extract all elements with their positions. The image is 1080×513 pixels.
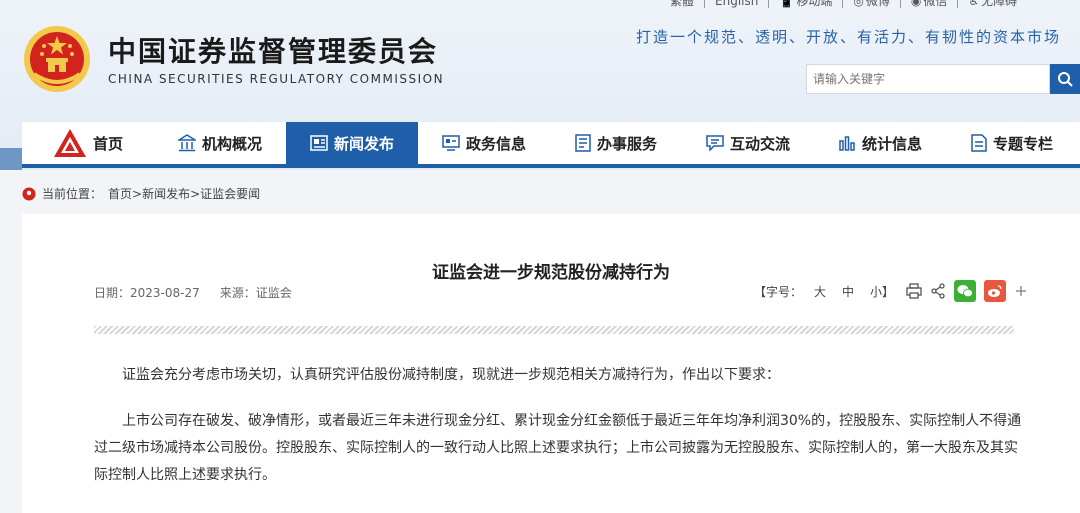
site-title[interactable]: 中国证券监督管理委员会	[108, 30, 438, 70]
weibo-link[interactable]: ◎ 微博	[843, 0, 901, 8]
site-subtitle: CHINA SECURITIES REGULATORY COMMISSION	[108, 72, 445, 86]
title-divider	[94, 326, 1014, 334]
nav-interaction-label: 互动交流	[729, 134, 790, 153]
top-utility-bar: 繁體 English 📱 移动端 ◎ 微博 ◉ 微信 ♿ 无障碍	[660, 0, 1027, 8]
main-nav: 首页 机构概况 新闻发布 政务信息 办事服务 互动交流 统计信息 专题专栏	[22, 122, 1080, 168]
building-icon	[177, 134, 196, 152]
article-container: 证监会进一步规范股份减持行为 日期：2023-08-27 来源：证监会 【字号：…	[22, 214, 1080, 513]
accessibility-link-label: 无障碍	[981, 0, 1018, 8]
csrc-logo-icon	[53, 129, 86, 157]
nav-about[interactable]: 机构概况	[154, 122, 286, 164]
article-source: 来源：证监会	[219, 286, 292, 300]
news-icon	[310, 135, 328, 151]
font-size-small[interactable]: 小】	[866, 283, 898, 300]
location-pin-icon	[22, 187, 36, 200]
wechat-icon	[957, 285, 973, 298]
article-tools: 【字号： 大 中 小】	[754, 280, 1028, 302]
search-box	[806, 64, 1080, 94]
nav-government-info-label: 政务信息	[465, 134, 526, 153]
mobile-link[interactable]: 📱 移动端	[769, 0, 844, 8]
font-size-large[interactable]: 大	[810, 283, 830, 300]
weibo-share-button[interactable]	[984, 280, 1007, 302]
chat-icon	[706, 135, 724, 151]
monitor-icon	[442, 135, 460, 151]
nav-special-topics-label: 专题专栏	[992, 134, 1053, 153]
weibo-link-label: 微博	[865, 0, 890, 8]
bar-chart-icon	[839, 136, 855, 151]
more-share-icon[interactable]	[1014, 284, 1028, 298]
wechat-link-label: 微信	[923, 0, 948, 8]
wechat-share-button[interactable]	[954, 280, 977, 302]
nav-government-info[interactable]: 政务信息	[418, 122, 550, 164]
print-icon[interactable]	[906, 283, 922, 299]
nav-about-label: 机构概况	[201, 134, 262, 153]
traditional-chinese-link[interactable]: 繁體	[660, 0, 706, 8]
site-slogan: 打造一个规范、透明、开放、有活力、有韧性的资本市场	[636, 28, 1062, 46]
share-icon[interactable]	[930, 283, 946, 299]
weibo-icon	[988, 285, 1002, 297]
wechat-link[interactable]: ◉ 微信	[901, 0, 959, 8]
font-size-label: 【字号：	[754, 284, 803, 299]
document-icon	[575, 134, 591, 152]
english-link[interactable]: English	[705, 0, 770, 8]
search-icon	[1058, 72, 1073, 87]
nav-statistics-label: 统计信息	[861, 134, 922, 153]
nav-statistics[interactable]: 统计信息	[814, 122, 946, 164]
file-icon	[971, 134, 987, 152]
nav-home-label: 首页	[92, 134, 123, 153]
accessibility-link[interactable]: ♿ 无障碍	[958, 0, 1027, 8]
search-input[interactable]	[806, 64, 1050, 94]
nav-services-label: 办事服务	[596, 134, 657, 153]
nav-home[interactable]: 首页	[22, 122, 154, 164]
nav-services[interactable]: 办事服务	[550, 122, 682, 164]
mobile-link-label: 移动端	[796, 0, 833, 8]
national-emblem-icon[interactable]	[22, 24, 92, 94]
breadcrumb-path[interactable]: 首页>新闻发布>证监会要闻	[108, 185, 260, 202]
search-button[interactable]	[1050, 64, 1080, 94]
breadcrumb-prefix: 当前位置：	[42, 187, 103, 201]
article-meta: 日期：2023-08-27 来源：证监会	[94, 284, 292, 301]
font-size-medium[interactable]: 中	[838, 283, 858, 300]
nav-interaction[interactable]: 互动交流	[682, 122, 814, 164]
nav-news[interactable]: 新闻发布	[286, 122, 418, 164]
breadcrumb: 当前位置： 首页>新闻发布>证监会要闻	[22, 185, 260, 202]
side-accent	[0, 148, 22, 170]
article-paragraph: 上市公司存在破发、破净情形，或者最近三年未进行现金分红、累计现金分红金额低于最近…	[94, 413, 1022, 483]
article-date: 日期：2023-08-27	[94, 286, 200, 300]
article-paragraph: 证监会充分考虑市场关切，认真研究评估股份减持制度，现就进一步规范相关方减持行为，…	[122, 367, 780, 383]
nav-news-label: 新闻发布	[333, 134, 394, 153]
nav-special-topics[interactable]: 专题专栏	[946, 122, 1078, 164]
